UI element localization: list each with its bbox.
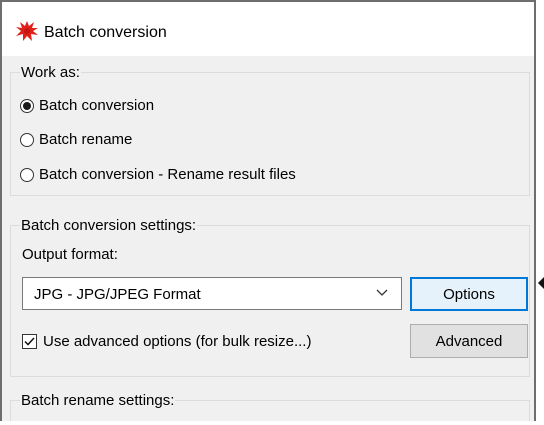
batch-conversion-dialog: Batch conversion Work as: Batch conversi… [0, 0, 536, 421]
radio-label: Batch conversion - Rename result files [39, 166, 296, 183]
advanced-button-label: Advanced [435, 332, 503, 350]
conversion-settings-legend: Batch conversion settings: [20, 217, 198, 234]
window-title: Batch conversion [44, 24, 167, 41]
radio-button[interactable] [20, 98, 34, 113]
radio-label: Batch conversion [39, 97, 155, 114]
rename-settings-legend: Batch rename settings: [20, 392, 176, 409]
radio-batch-rename[interactable]: Batch rename [20, 131, 132, 148]
output-format-label: Output format: [22, 246, 118, 263]
options-button-label: Options [443, 285, 495, 303]
advanced-options-checkbox-row[interactable]: Use advanced options (for bulk resize...… [22, 333, 311, 350]
pointer-arrow-icon [538, 277, 544, 289]
radio-button[interactable] [20, 167, 34, 182]
radio-button[interactable] [20, 132, 34, 147]
title-bar: Batch conversion [2, 2, 534, 56]
advanced-button[interactable]: Advanced [410, 324, 528, 358]
work-as-legend: Work as: [20, 64, 81, 81]
output-format-value: JPG - JPG/JPEG Format [34, 286, 201, 303]
chevron-down-icon [376, 289, 388, 296]
checkmark-icon [24, 337, 35, 346]
radio-conversion-rename[interactable]: Batch conversion - Rename result files [20, 166, 296, 183]
advanced-options-label: Use advanced options (for bulk resize...… [43, 333, 312, 350]
output-format-select[interactable]: JPG - JPG/JPEG Format [22, 277, 402, 310]
radio-label: Batch rename [39, 131, 133, 148]
app-splat-icon [16, 21, 38, 41]
radio-batch-conversion[interactable]: Batch conversion [20, 97, 154, 114]
advanced-options-checkbox[interactable] [22, 334, 37, 349]
options-button[interactable]: Options [410, 277, 528, 311]
